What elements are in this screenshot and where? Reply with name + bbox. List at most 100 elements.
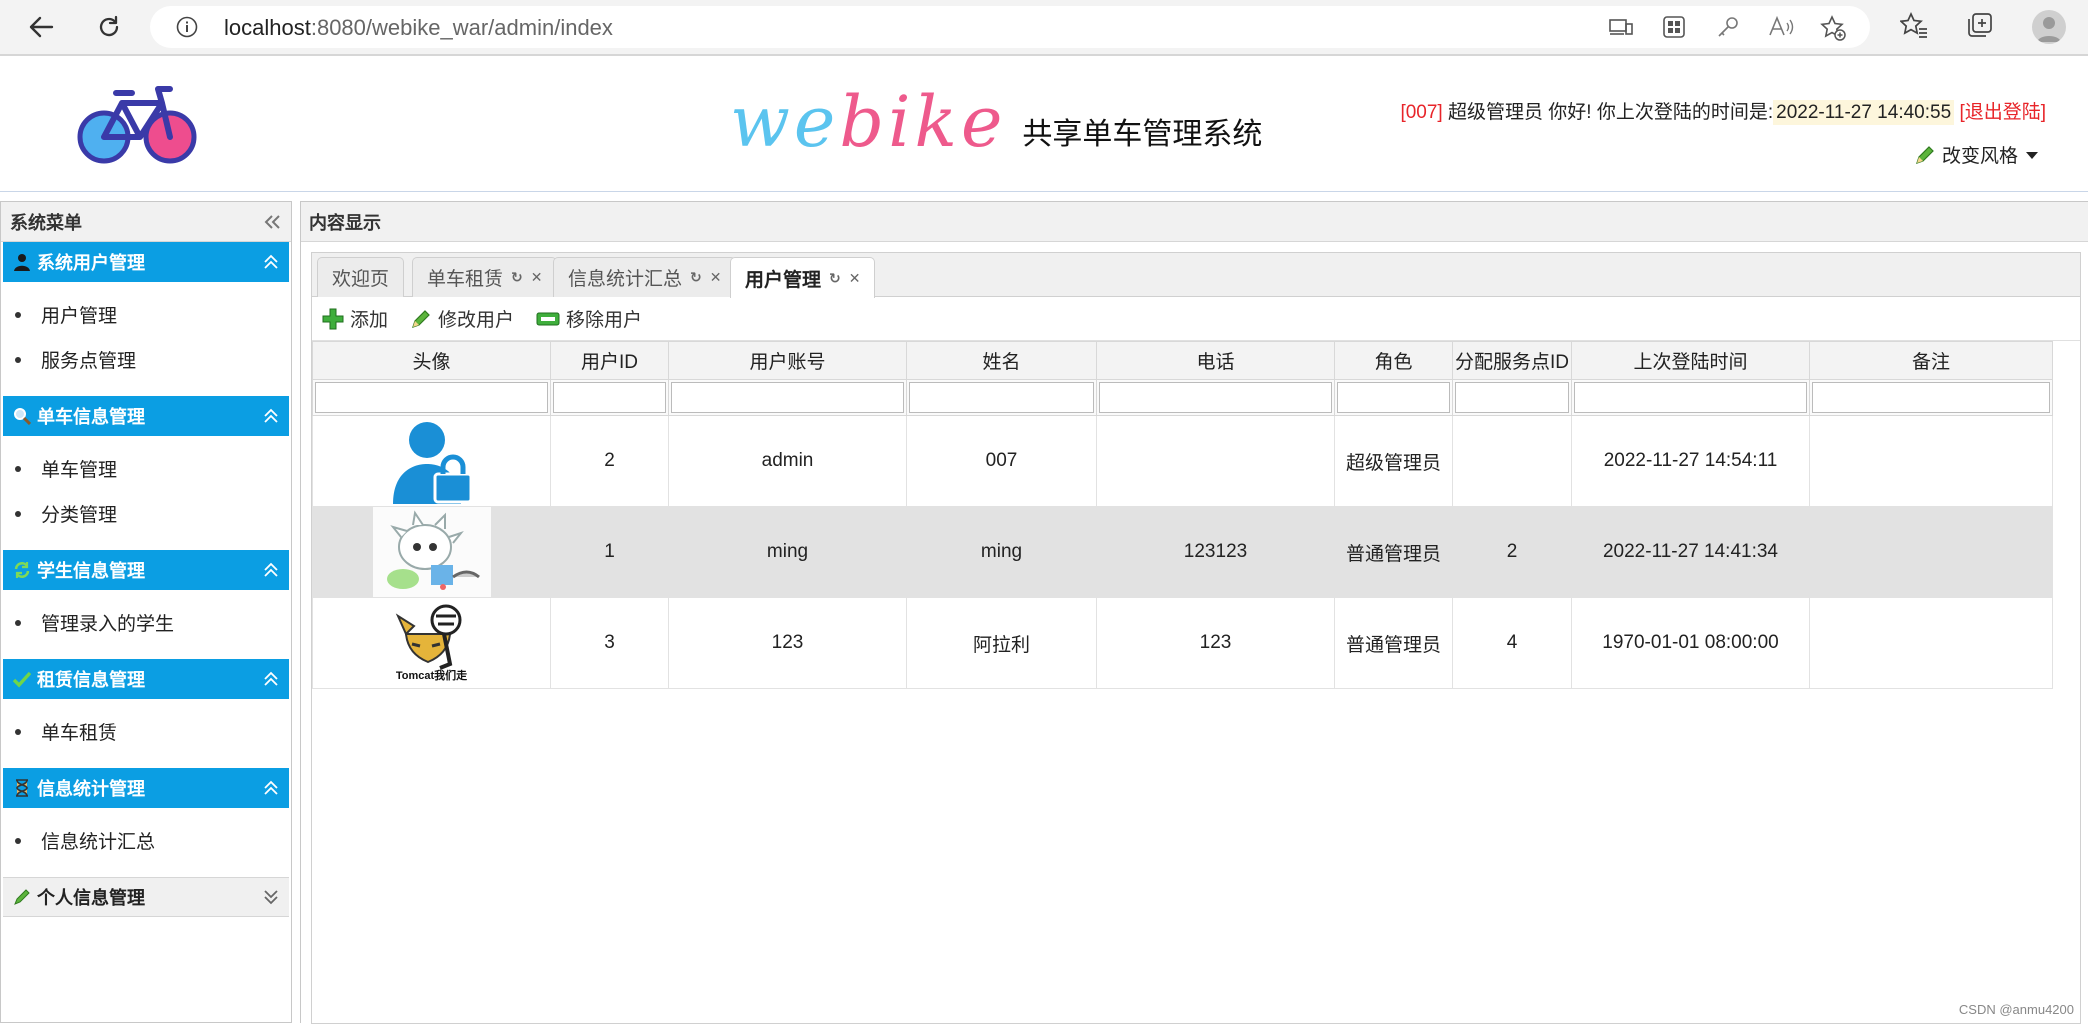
sidebar-item-student-records[interactable]: 管理录入的学生: [1, 600, 291, 645]
apps-icon[interactable]: [1662, 15, 1686, 39]
refresh-icon: [11, 559, 33, 581]
close-icon[interactable]: ✕: [531, 269, 543, 286]
column-header[interactable]: 用户账号: [669, 342, 907, 380]
sidebar-item-service-points[interactable]: 服务点管理: [1, 337, 291, 382]
chevron-up-double-icon[interactable]: [263, 408, 279, 424]
remove-icon: [536, 310, 560, 328]
welcome-text: 超级管理员 你好! 你上次登陆的时间是:: [1443, 102, 1773, 123]
change-style-menu[interactable]: 改变风格: [1914, 141, 2040, 168]
refresh-icon[interactable]: ↻: [829, 270, 841, 287]
tab-statistics[interactable]: 信息统计汇总 ↻ ✕: [553, 257, 736, 297]
menu-group-header[interactable]: 租赁信息管理: [3, 659, 289, 699]
read-aloud-icon[interactable]: [1768, 15, 1794, 39]
tab-label: 欢迎页: [332, 264, 389, 291]
grid-toolbar: 添加 修改用户 移除用户: [312, 297, 2080, 341]
menu-group-label: 学生信息管理: [37, 557, 263, 583]
refresh-icon[interactable]: ↻: [690, 269, 702, 286]
key-icon[interactable]: [1716, 15, 1740, 39]
sidebar: 系统菜单 系统用户管理 用户管理 服务点管理 单车信息管理: [0, 201, 292, 1023]
collections-icon[interactable]: [1966, 11, 1994, 39]
add-button[interactable]: 添加: [322, 305, 388, 332]
chevron-up-double-icon[interactable]: [263, 671, 279, 687]
logout-link[interactable]: [退出登陆]: [1959, 102, 2046, 123]
column-header[interactable]: 分配服务点ID: [1453, 342, 1572, 380]
favorites-icon[interactable]: [1900, 11, 1928, 39]
menu-group-header[interactable]: 系统用户管理: [3, 242, 289, 282]
profile-avatar-icon[interactable]: [2032, 10, 2066, 44]
menu-group-label: 单车信息管理: [37, 403, 263, 429]
filter-input[interactable]: [1812, 382, 2050, 413]
user-id-label: [007]: [1400, 102, 1442, 123]
menu-group-header[interactable]: 单车信息管理: [3, 396, 289, 436]
phone-cell: 123123: [1097, 507, 1335, 598]
user-id-cell: 3: [551, 598, 669, 689]
user-icon: [11, 251, 33, 273]
chevron-up-double-icon[interactable]: [263, 562, 279, 578]
note-cell: [1810, 416, 2053, 507]
name-cell: ming: [907, 507, 1097, 598]
user-table: 头像 用户ID 用户账号 姓名 电话 角色 分配服务点ID 上次登陆时间 备注: [312, 341, 2053, 689]
url-host: localhost: [224, 15, 311, 40]
column-header[interactable]: 用户ID: [551, 342, 669, 380]
welcome-message: [007] 超级管理员 你好! 你上次登陆的时间是:2022-11-27 14:…: [1400, 97, 2046, 124]
back-icon[interactable]: [24, 10, 58, 44]
filter-input[interactable]: [315, 382, 548, 413]
collapse-left-icon[interactable]: [263, 214, 281, 230]
menu-group-student-info: 学生信息管理 管理录入的学生: [1, 550, 291, 659]
sidebar-item-label: 管理录入的学生: [41, 609, 174, 636]
column-header[interactable]: 备注: [1810, 342, 2053, 380]
address-bar[interactable]: localhost:8080/webike_war/admin/index: [150, 6, 1870, 48]
column-header[interactable]: 上次登陆时间: [1572, 342, 1810, 380]
content-title: 内容显示: [309, 209, 381, 235]
filter-input[interactable]: [553, 382, 666, 413]
sidebar-item-user-management[interactable]: 用户管理: [1, 292, 291, 337]
last-login-cell: 2022-11-27 14:41:34: [1572, 507, 1810, 598]
filter-input[interactable]: [1337, 382, 1450, 413]
filter-input[interactable]: [1455, 382, 1569, 413]
table-row[interactable]: 1 ming ming 123123 普通管理员 2 2022-11-27 14…: [313, 507, 2053, 598]
menu-group-header[interactable]: 信息统计管理: [3, 768, 289, 808]
chevron-up-double-icon[interactable]: [263, 254, 279, 270]
column-header[interactable]: 头像: [313, 342, 551, 380]
sidebar-item-bike-rental[interactable]: 单车租赁: [1, 709, 291, 754]
table-header-row: 头像 用户ID 用户账号 姓名 电话 角色 分配服务点ID 上次登陆时间 备注: [313, 342, 2053, 380]
column-header[interactable]: 角色: [1335, 342, 1453, 380]
menu-group-bike-info: 单车信息管理 单车管理 分类管理: [1, 396, 291, 550]
filter-input[interactable]: [1099, 382, 1332, 413]
cartoon-avatar-icon: [313, 507, 550, 597]
refresh-icon[interactable]: ↻: [511, 269, 523, 286]
sidebar-item-bike-management[interactable]: 单车管理: [1, 446, 291, 491]
account-cell: 123: [669, 598, 907, 689]
edit-user-button[interactable]: 修改用户: [410, 305, 514, 332]
info-icon[interactable]: [176, 16, 198, 38]
close-icon[interactable]: ✕: [849, 270, 861, 287]
chevron-down-double-icon[interactable]: [263, 889, 279, 905]
chevron-up-double-icon[interactable]: [263, 780, 279, 796]
reload-icon[interactable]: [92, 10, 126, 44]
column-header[interactable]: 电话: [1097, 342, 1335, 380]
tab-user-management[interactable]: 用户管理 ↻ ✕: [730, 257, 875, 298]
user-lock-avatar-icon: [313, 418, 550, 504]
sidebar-item-category-management[interactable]: 分类管理: [1, 491, 291, 536]
tab-bike-rental[interactable]: 单车租赁 ↻ ✕: [412, 257, 557, 297]
tab-label: 用户管理: [745, 265, 821, 292]
bicycle-logo-icon: [76, 77, 198, 167]
close-icon[interactable]: ✕: [710, 269, 722, 286]
add-favorite-icon[interactable]: [1820, 15, 1846, 41]
device-icon[interactable]: [1608, 15, 1634, 39]
menu-group-header[interactable]: 个人信息管理: [3, 877, 289, 917]
filter-input[interactable]: [909, 382, 1094, 413]
watermark: CSDN @anmu4200: [1959, 1002, 2074, 1017]
menu-group-header[interactable]: 学生信息管理: [3, 550, 289, 590]
tab-bar: 欢迎页 单车租赁 ↻ ✕ 信息统计汇总 ↻ ✕ 用户管理 ↻ ✕: [312, 253, 2080, 297]
filter-input[interactable]: [1574, 382, 1807, 413]
column-header[interactable]: 姓名: [907, 342, 1097, 380]
content-panel: 内容显示 欢迎页 单车租赁 ↻ ✕ 信息统计汇总 ↻ ✕ 用户管理 ↻ ✕: [300, 201, 2088, 1023]
tab-welcome[interactable]: 欢迎页: [317, 257, 404, 297]
name-cell: 阿拉利: [907, 598, 1097, 689]
filter-input[interactable]: [671, 382, 904, 413]
remove-user-button[interactable]: 移除用户: [536, 305, 642, 332]
table-row[interactable]: 2 admin 007 超级管理员 2022-11-27 14:54:11: [313, 416, 2053, 507]
table-row[interactable]: Tomcat我们走 3 123 阿拉利 123 普通管理员 4 1970-01-…: [313, 598, 2053, 689]
sidebar-item-statistics-summary[interactable]: 信息统计汇总: [1, 818, 291, 863]
